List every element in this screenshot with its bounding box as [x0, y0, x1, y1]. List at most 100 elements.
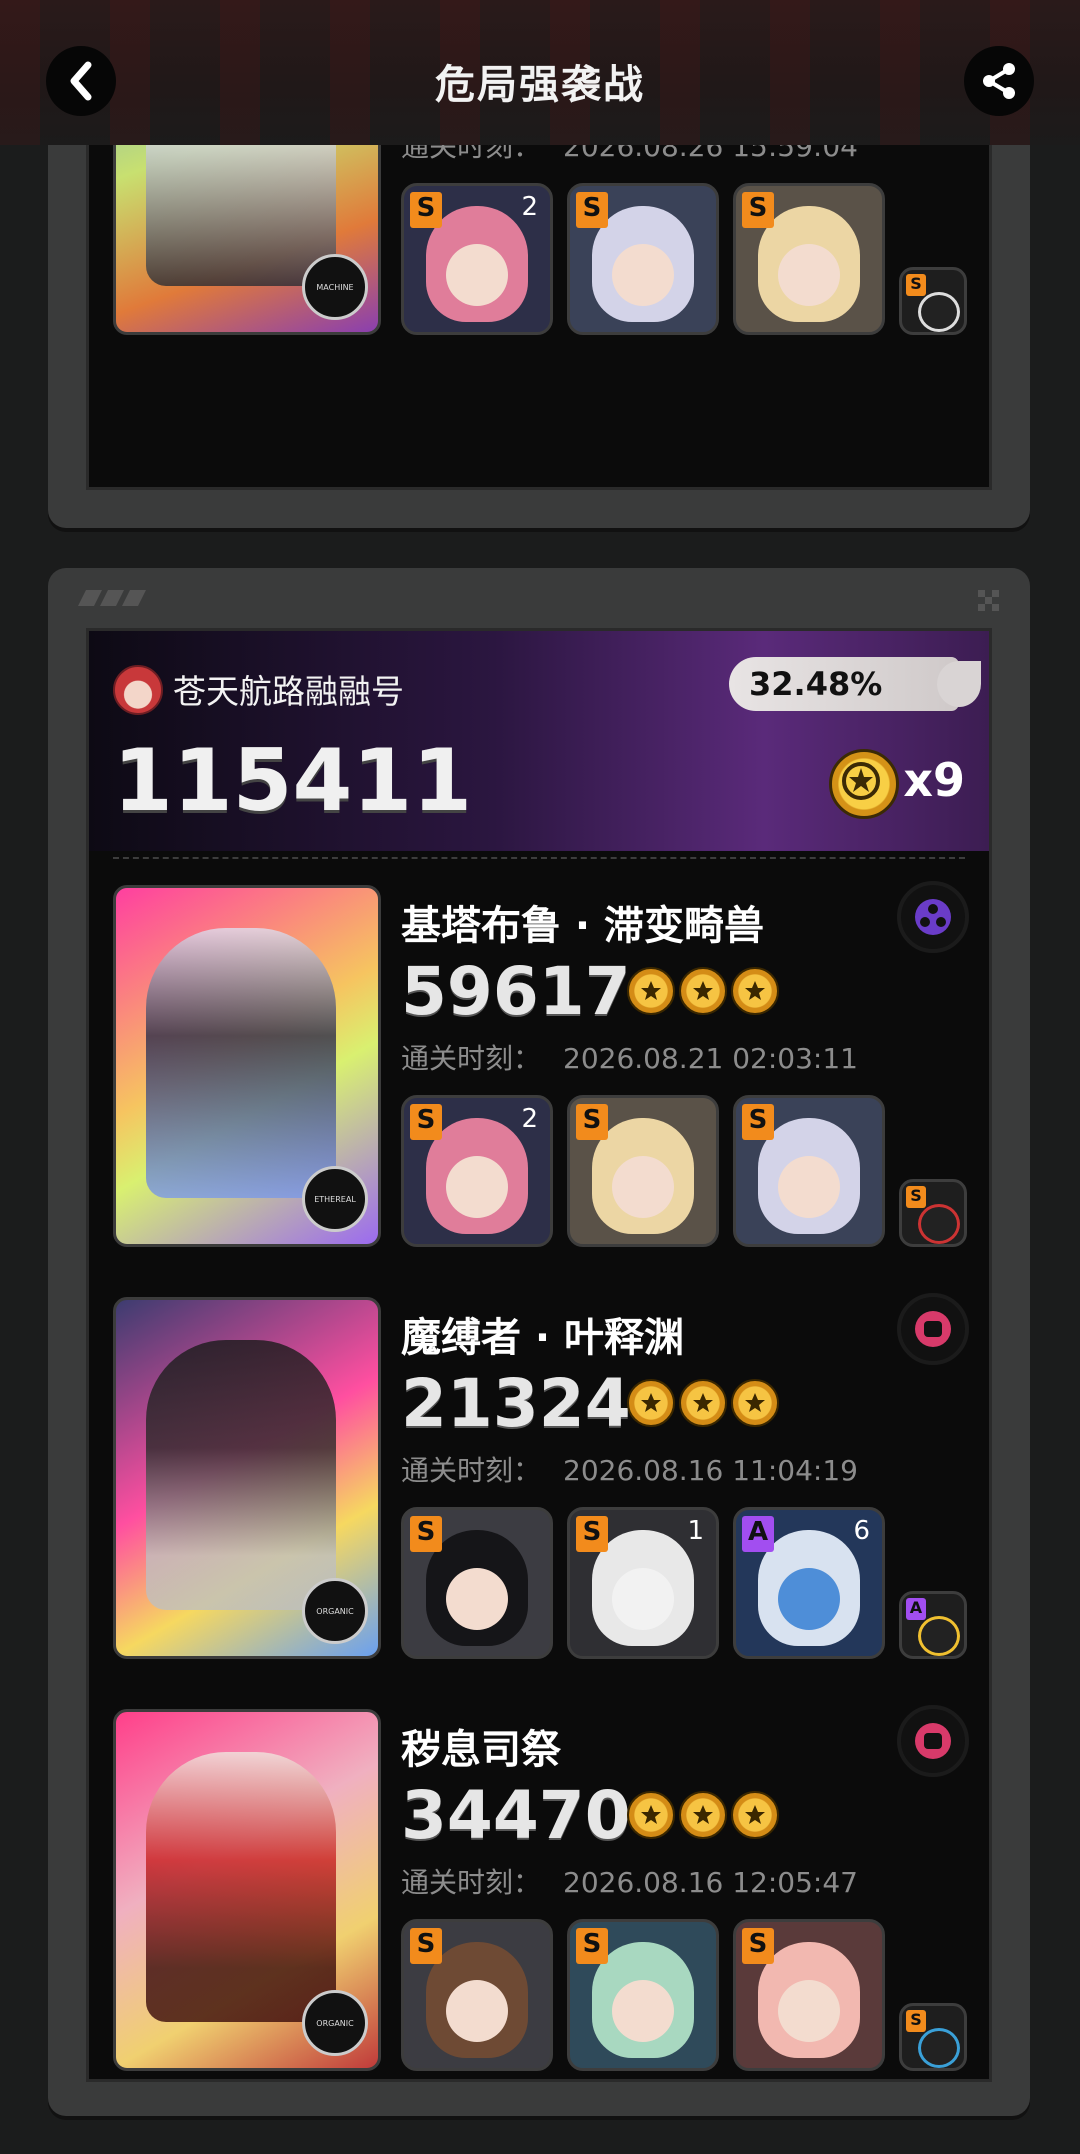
boss-type-icon — [897, 1293, 969, 1365]
agent-face — [778, 1568, 840, 1630]
boss-figure — [146, 1752, 336, 2022]
agent-avatar[interactable]: A 6 — [733, 1507, 885, 1659]
rank-badge: S — [410, 1928, 442, 1964]
boss-name: 基塔布鲁 · 滞变畸兽 — [401, 903, 765, 949]
page-title: 危局强袭战 — [435, 62, 645, 108]
rank-badge: S — [410, 1516, 442, 1552]
summary-header: 苍天航路融融号 115411 32.48% x9 — [89, 631, 989, 851]
medal-icon — [731, 1379, 779, 1427]
run-entry[interactable]: ORGANIC 秽息司祭 34470 通关时刻： 2026.08.16 12:05… — [113, 1705, 969, 2071]
medal-icon — [829, 749, 899, 819]
rank-badge: S — [410, 192, 442, 228]
agent-avatar[interactable]: S — [733, 1919, 885, 2071]
run-entry[interactable]: ORGANIC 魔缚者 · 叶释渊 21324 通关时刻： 2026.08.16 … — [113, 1293, 969, 1659]
agent-level: 2 — [521, 1104, 538, 1134]
boss-attribute-emblem: ORGANIC — [302, 1578, 368, 1644]
boss-figure — [146, 1340, 336, 1610]
stripes-decoration-icon — [78, 590, 146, 606]
bangboo-avatar[interactable]: S — [899, 1179, 967, 1247]
top-bar: 危局强袭战 — [0, 0, 1080, 145]
medal-row — [627, 1379, 783, 1427]
clear-time: 通关时刻： 2026.08.16 12:05:47 — [401, 1861, 858, 1901]
rank-badge: S — [576, 192, 608, 228]
boss-type-icon — [897, 881, 969, 953]
agent-face — [612, 1568, 674, 1630]
agent-avatar[interactable]: S — [733, 1095, 885, 1247]
medal-count: x9 — [903, 753, 965, 807]
total-score: 115411 — [113, 731, 473, 831]
bangboo-figure — [918, 1616, 960, 1656]
clear-time: 通关时刻： 2026.08.21 02:03:11 — [401, 1037, 858, 1077]
agent-face — [612, 1980, 674, 2042]
boss-portrait: ETHEREAL — [113, 885, 381, 1247]
bangboo-figure — [918, 1204, 960, 1244]
agent-avatar[interactable]: S — [733, 183, 885, 335]
run-score: 34470 — [401, 1777, 631, 1854]
bangboo-figure — [918, 2028, 960, 2068]
medal-icon — [731, 1791, 779, 1839]
medal-icon — [627, 1791, 675, 1839]
boss-figure — [146, 928, 336, 1198]
agent-avatar[interactable]: S — [567, 183, 719, 335]
boss-name: 秽息司祭 — [401, 1727, 561, 1773]
clear-time-value: 2026.08.16 12:05:47 — [563, 1866, 858, 1899]
share-button[interactable] — [964, 46, 1034, 116]
share-icon — [983, 63, 1015, 99]
agent-avatar[interactable]: S — [401, 1507, 553, 1659]
medal-row — [627, 1791, 783, 1839]
boss-portrait: ORGANIC — [113, 1709, 381, 2071]
agent-avatar[interactable]: S — [401, 1919, 553, 2071]
agent-face — [778, 244, 840, 306]
rank-badge: S — [742, 192, 774, 228]
team-row: S 2 S S S — [401, 1095, 967, 1247]
record-card: 苍天航路融融号 115411 32.48% x9 ETHEREAL 基塔布鲁 ·… — [48, 568, 1030, 2116]
medal-icon — [679, 967, 727, 1015]
run-entry[interactable]: ETHEREAL 基塔布鲁 · 滞变畸兽 59617 通关时刻： 2026.08.… — [113, 881, 969, 1247]
medal-row — [627, 967, 783, 1015]
clear-time-label: 通关时刻： — [401, 1454, 542, 1487]
boss-attribute-emblem: ORGANIC — [302, 1990, 368, 2056]
medal-icon — [679, 1379, 727, 1427]
boss-attribute-emblem: MACHINE — [302, 254, 368, 320]
player-avatar[interactable] — [113, 665, 163, 715]
rank-badge: S — [906, 1186, 926, 1208]
bangboo-figure — [918, 292, 960, 332]
rank-badge: A — [906, 1598, 926, 1620]
agent-avatar[interactable]: S 2 — [401, 183, 553, 335]
bangboo-avatar[interactable]: S — [899, 267, 967, 335]
agent-avatar[interactable]: S 1 — [567, 1507, 719, 1659]
run-score: 59617 — [401, 953, 631, 1030]
rank-badge: S — [576, 1104, 608, 1140]
agent-level: 2 — [521, 192, 538, 222]
player-name: 苍天航路融融号 — [173, 672, 404, 711]
clear-time-value: 2026.08.21 02:03:11 — [563, 1042, 858, 1075]
boss-name: 魔缚者 · 叶释渊 — [401, 1315, 685, 1361]
boss-attribute-emblem: ETHEREAL — [302, 1166, 368, 1232]
medal-icon — [679, 1791, 727, 1839]
rank-badge: S — [742, 1104, 774, 1140]
run-score: 21324 — [401, 1365, 631, 1442]
agent-avatar[interactable]: S — [567, 1095, 719, 1247]
clear-time-label: 通关时刻： — [401, 1042, 542, 1075]
divider — [113, 857, 965, 859]
agent-avatar[interactable]: S 2 — [401, 1095, 553, 1247]
clear-time-label: 通关时刻： — [401, 1866, 542, 1899]
checker-decoration-icon — [978, 590, 999, 611]
boss-type-icon — [897, 1705, 969, 1777]
rank-badge: S — [906, 2010, 926, 2032]
bangboo-avatar[interactable]: A — [899, 1591, 967, 1659]
agent-face — [612, 1156, 674, 1218]
team-row: S 2 S S S — [401, 183, 967, 335]
team-row: S S S S — [401, 1919, 967, 2071]
agent-face — [446, 244, 508, 306]
agent-face — [612, 244, 674, 306]
rank-badge: A — [742, 1516, 774, 1552]
rank-badge: S — [410, 1104, 442, 1140]
agent-avatar[interactable]: S — [567, 1919, 719, 2071]
bangboo-avatar[interactable]: S — [899, 2003, 967, 2071]
boss-portrait: ORGANIC — [113, 1297, 381, 1659]
medal-icon — [627, 1379, 675, 1427]
agent-face — [446, 1156, 508, 1218]
agent-face — [446, 1568, 508, 1630]
agent-face — [778, 1980, 840, 2042]
